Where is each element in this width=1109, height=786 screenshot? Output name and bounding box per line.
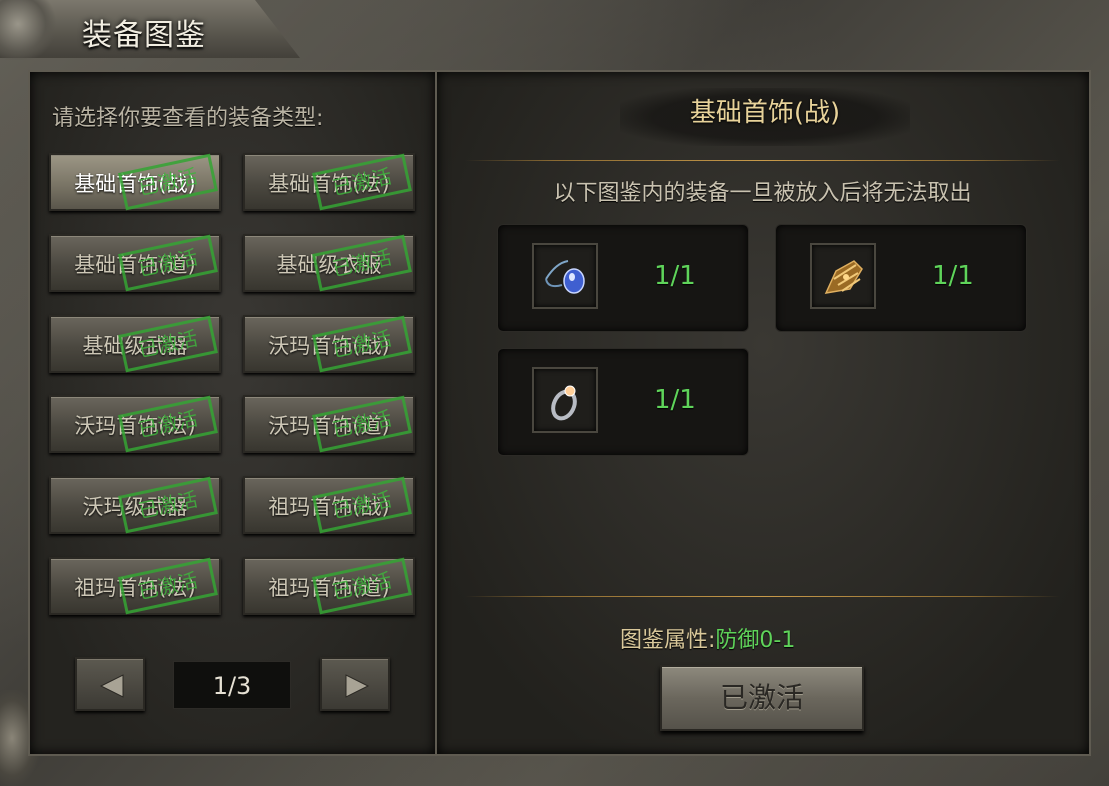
category-button[interactable]: 基础级武器 已激活: [49, 315, 221, 373]
category-button[interactable]: 基础首饰(战) 已激活: [49, 153, 221, 211]
item-slot[interactable]: 1/1: [497, 348, 749, 456]
gold-divider: [465, 596, 1060, 597]
necklace-icon: [532, 243, 598, 309]
category-button[interactable]: 沃玛首饰(道) 已激活: [243, 395, 415, 453]
page-indicator: 1/3: [173, 661, 291, 709]
item-slot[interactable]: 1/1: [775, 224, 1027, 332]
activated-stamp: 已激活: [312, 234, 412, 292]
gold-divider: [465, 160, 1060, 161]
activated-stamp: 已激活: [118, 395, 218, 453]
category-button[interactable]: 基础首饰(道) 已激活: [49, 234, 221, 292]
activated-stamp: 已激活: [312, 476, 412, 534]
item-slot[interactable]: 1/1: [497, 224, 749, 332]
bracelet-icon: [810, 243, 876, 309]
prev-page-button[interactable]: [75, 657, 145, 711]
item-count: 1/1: [654, 385, 696, 415]
ring-icon: [532, 367, 598, 433]
activated-button[interactable]: 已激活: [660, 665, 864, 731]
activated-stamp: 已激活: [118, 234, 218, 292]
activated-stamp: 已激活: [118, 476, 218, 534]
set-title: 基础首饰(战): [620, 88, 910, 146]
equipment-codex-window: 装备图鉴 请选择你要查看的装备类型: 基础首饰(战) 已激活 基础首饰(法) 已…: [0, 0, 1109, 786]
activated-stamp: 已激活: [118, 315, 218, 373]
category-button[interactable]: 沃玛级武器 已激活: [49, 476, 221, 534]
activated-stamp: 已激活: [312, 395, 412, 453]
attribute-label: 图鉴属性:: [620, 628, 716, 653]
category-button[interactable]: 基础首饰(法) 已激活: [243, 153, 415, 211]
activated-stamp: 已激活: [118, 557, 218, 615]
category-button[interactable]: 祖玛首饰(战) 已激活: [243, 476, 415, 534]
codex-attribute: 图鉴属性:防御0-1: [620, 622, 795, 654]
notice-text: 以下图鉴内的装备一旦被放入后将无法取出: [553, 181, 972, 206]
activated-stamp: 已激活: [312, 153, 412, 211]
item-count: 1/1: [654, 261, 696, 291]
category-prompt: 请选择你要查看的装备类型:: [52, 106, 324, 131]
attribute-value: 防御0-1: [715, 628, 796, 653]
activated-stamp: 已激活: [312, 557, 412, 615]
activated-stamp: 已激活: [118, 153, 218, 211]
left-triangle-icon: [99, 674, 124, 698]
category-button[interactable]: 沃玛首饰(战) 已激活: [243, 315, 415, 373]
activated-stamp: 已激活: [312, 315, 412, 373]
category-button[interactable]: 基础级衣服 已激活: [243, 234, 415, 292]
category-button[interactable]: 祖玛首饰(法) 已激活: [49, 557, 221, 615]
next-page-button[interactable]: [320, 657, 390, 711]
right-triangle-icon: [345, 674, 370, 698]
category-button[interactable]: 祖玛首饰(道) 已激活: [243, 557, 415, 615]
window-title: 装备图鉴: [82, 18, 206, 53]
category-button[interactable]: 沃玛首饰(法) 已激活: [49, 395, 221, 453]
item-count: 1/1: [932, 261, 974, 291]
dragon-ornament-icon: [0, 0, 60, 60]
